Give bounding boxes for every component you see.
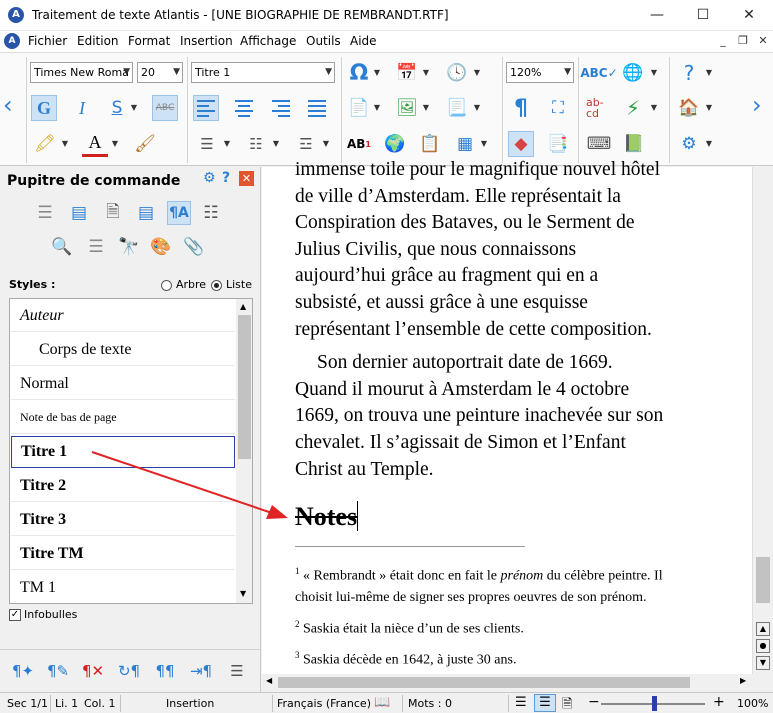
status-mode[interactable]: Insertion <box>166 697 214 710</box>
arrow-line <box>91 451 273 514</box>
arrow-head <box>266 505 288 519</box>
next-page-icon[interactable]: ▼ <box>756 656 770 670</box>
status-line: Li. 1 <box>55 697 79 710</box>
prev-page-icon[interactable]: ▲ <box>756 622 770 636</box>
status-words: Mots : 0 <box>408 697 452 710</box>
status-divider <box>50 695 51 712</box>
annotation-arrow <box>91 451 288 519</box>
scroll-right-icon[interactable]: ▶ <box>740 676 746 685</box>
horizontal-scrollbar[interactable]: ◀ ▶ <box>262 674 752 691</box>
browse-object-icon[interactable]: ● <box>756 639 770 653</box>
status-language[interactable]: Français (France) <box>277 697 371 710</box>
draft-view-icon[interactable]: 🗎 <box>562 695 572 713</box>
page-view-icon[interactable]: ☰ <box>534 694 556 712</box>
status-column: Col. 1 <box>84 697 116 710</box>
normal-view-icon[interactable]: ☰ <box>515 695 527 710</box>
status-section: Sec 1/1 <box>7 697 48 710</box>
zoom-slider-thumb[interactable] <box>652 696 657 711</box>
zoom-out-button[interactable]: − <box>588 694 600 710</box>
vertical-scrollbar[interactable]: ▲ ● ▼ <box>752 167 773 674</box>
status-bar: Sec 1/1 Li. 1 Col. 1 Insertion Français … <box>0 692 773 713</box>
scroll-thumb[interactable] <box>278 677 690 688</box>
scroll-left-icon[interactable]: ◀ <box>266 676 272 685</box>
book-icon[interactable]: 📖 <box>374 695 390 710</box>
status-divider <box>508 695 509 712</box>
status-zoom: 100% <box>737 697 769 710</box>
zoom-in-button[interactable]: + <box>713 694 725 710</box>
status-divider <box>272 695 273 712</box>
scroll-thumb[interactable] <box>756 557 770 603</box>
status-divider <box>120 695 121 712</box>
status-divider <box>402 695 403 712</box>
